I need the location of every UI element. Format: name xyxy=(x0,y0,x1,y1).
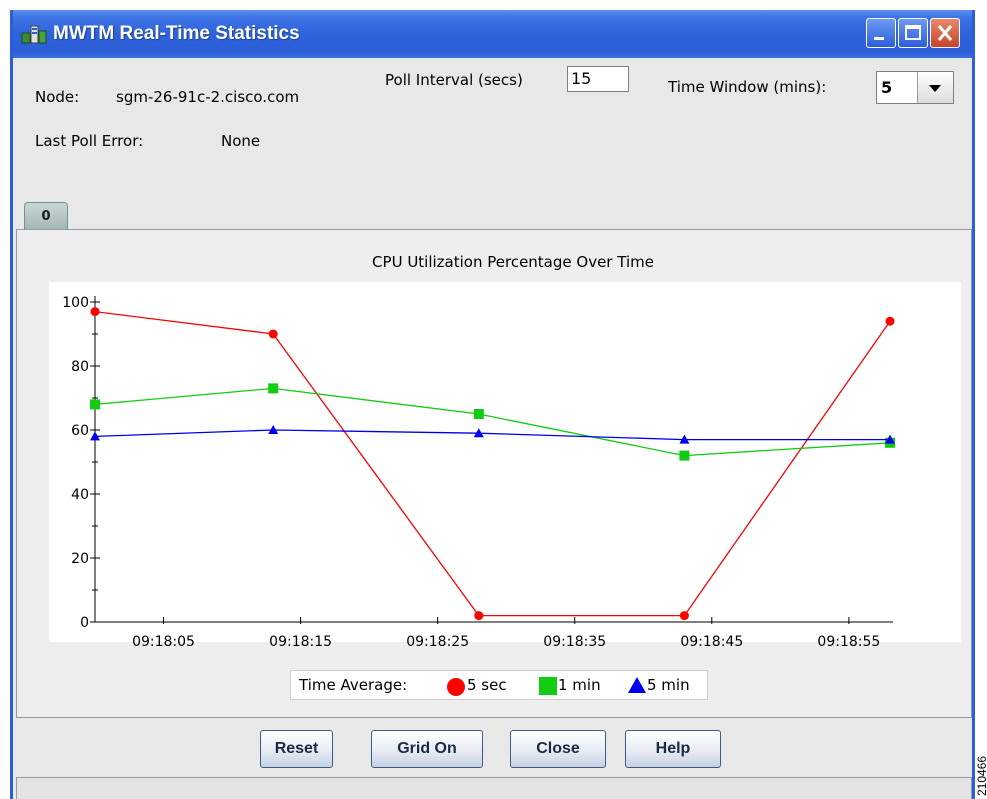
status-bar xyxy=(16,777,972,799)
reset-button[interactable]: Reset xyxy=(260,730,333,768)
legend-label-1min: 1 min xyxy=(558,676,601,694)
help-button[interactable]: Help xyxy=(625,730,721,768)
x-tick-label: 09:18:45 xyxy=(680,634,743,650)
data-point xyxy=(268,383,279,394)
data-point xyxy=(679,611,689,621)
data-point xyxy=(885,316,895,326)
y-tick-label: 40 xyxy=(71,487,89,503)
y-tick-label: 0 xyxy=(80,615,89,631)
y-tick-label: 80 xyxy=(71,359,89,375)
legend-marker-1min xyxy=(539,677,557,695)
x-tick-label: 09:18:55 xyxy=(817,634,880,650)
data-point xyxy=(268,329,278,339)
close-button[interactable]: Close xyxy=(510,730,606,768)
figure-id: 210466 xyxy=(975,755,987,796)
legend-label-5sec: 5 sec xyxy=(467,676,507,694)
legend: Time Average: 5 sec 1 min 5 min xyxy=(290,670,708,700)
cpu-chart: 0 20 40 60 80 100 09:18:05 09:18:15 09:18:25 09:1… xyxy=(49,282,961,650)
data-point xyxy=(90,307,100,317)
data-point xyxy=(473,409,484,419)
y-tick-label: 60 xyxy=(71,423,89,439)
x-tick-label: 09:18:25 xyxy=(406,634,469,650)
x-tick-label: 09:18:15 xyxy=(269,634,332,650)
legend-marker-5sec xyxy=(447,678,465,696)
grid-on-button[interactable]: Grid On xyxy=(371,730,483,768)
x-tick-label: 09:18:05 xyxy=(132,634,195,650)
y-tick-label: 100 xyxy=(62,295,89,311)
data-point xyxy=(679,450,690,461)
legend-marker-5min xyxy=(628,677,646,693)
data-point xyxy=(90,399,100,410)
plot-area xyxy=(49,282,961,642)
y-tick-label: 20 xyxy=(71,551,89,567)
legend-title: Time Average: xyxy=(299,676,408,694)
stats-window: MWTM Real-Time Statistics Node: sgm-26-9… xyxy=(10,10,975,799)
data-point xyxy=(474,611,484,621)
legend-label-5min: 5 min xyxy=(647,676,690,694)
x-tick-label: 09:18:35 xyxy=(543,634,606,650)
